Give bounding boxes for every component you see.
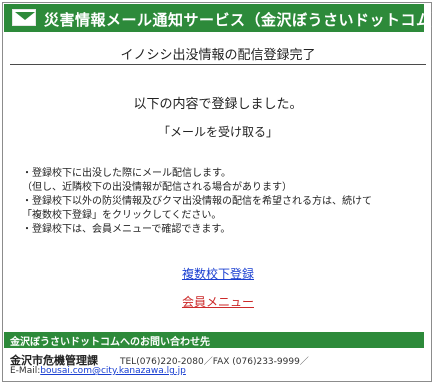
- notes-block: ・登録校下に出没した際にメール配信します。 （但し、近隣校下の出没情報が配信され…: [22, 167, 372, 237]
- member-menu-link[interactable]: 会員メニュー: [182, 295, 254, 309]
- contact-bar: 金沢ぼうさいドットコムへのお問い合わせ先: [4, 332, 424, 348]
- email-link[interactable]: bousai.com@city.kanazawa.lg.jp: [40, 366, 186, 376]
- note-line: （但し、近隣校下の出没情報が配信される場合があります）: [22, 182, 292, 193]
- mail-icon: [12, 9, 36, 26]
- multi-register-link[interactable]: 複数校下登録: [182, 267, 254, 281]
- email-row: E-Mail:bousai.com@city.kanazawa.lg.jp: [10, 366, 186, 376]
- note-line: 「複数校下登録」をクリックしてください。: [22, 210, 222, 221]
- email-label: E-Mail:: [10, 366, 41, 376]
- member-menu-row: 会員メニュー: [0, 291, 436, 310]
- multi-register-row: 複数校下登録: [0, 263, 436, 282]
- contact-title: 金沢ぼうさいドットコムへのお問い合わせ先: [10, 337, 210, 348]
- title-divider: [10, 64, 426, 65]
- note-line: ・登録校下以外の防災情報及びクマ出没情報の配信を希望される方は、続けて: [22, 196, 372, 207]
- page-title: イノシシ出没情報の配信登録完了: [120, 48, 316, 63]
- service-title: 災害情報メール通知サービス（金沢ぼうさいドットコム）: [44, 11, 436, 29]
- note-line: ・登録校下は、会員メニューで確認できます。: [22, 224, 231, 235]
- completion-message: 以下の内容で登録しました。: [133, 97, 303, 112]
- note-line: ・登録校下に出没した際にメール配信します。: [22, 168, 231, 179]
- header-bar: 災害情報メール通知サービス（金沢ぼうさいドットコム）: [4, 4, 436, 32]
- registered-option: 「メールを受け取る」: [157, 125, 278, 139]
